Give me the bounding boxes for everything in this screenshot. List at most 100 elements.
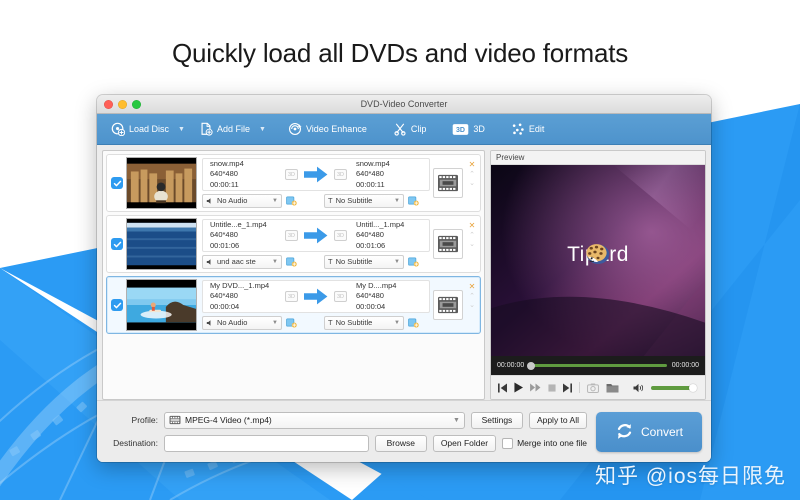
fast-forward-button[interactable]	[530, 383, 541, 392]
seek-bar[interactable]: 00:00:00 00:00:00	[491, 356, 705, 375]
row-checkbox[interactable]	[111, 238, 123, 250]
audio-track-select[interactable]: und aac ste ▼	[202, 254, 282, 269]
fast-forward-icon	[530, 383, 541, 392]
source-3d-badge[interactable]: 3D	[285, 291, 298, 302]
remove-row-icon[interactable]: ✕	[469, 283, 476, 291]
destination-label: Destination:	[113, 438, 158, 448]
add-audio-button[interactable]	[285, 256, 297, 268]
table-row[interactable]: snow.mp4 640*480 00:00:11 3D 3D snow.mp4	[106, 154, 481, 212]
table-row[interactable]: My DVD..._1.mp4 640*480 00:00:04 3D 3D M…	[106, 276, 481, 334]
chevron-down-icon[interactable]: ⌄	[469, 302, 475, 309]
remove-row-icon[interactable]: ✕	[469, 222, 476, 230]
clip-button[interactable]: Clip	[387, 119, 433, 139]
row-checkbox[interactable]	[111, 299, 123, 311]
browse-button[interactable]: Browse	[374, 434, 427, 452]
output-filename: Untitl..._1.mp4	[356, 219, 405, 229]
snapshot-button[interactable]	[587, 383, 599, 393]
next-button[interactable]	[563, 383, 572, 393]
row-edit-button[interactable]	[433, 229, 463, 259]
seek-knob[interactable]	[527, 361, 536, 370]
add-audio-icon	[285, 196, 297, 206]
audio-track-select[interactable]: No Audio ▼	[202, 193, 282, 208]
seek-track[interactable]	[527, 361, 667, 370]
clip-label: Clip	[410, 124, 427, 134]
transport-controls	[491, 375, 705, 399]
next-icon	[563, 383, 572, 392]
edit-label: Edit	[528, 124, 545, 134]
video-enhance-button[interactable]: Video Enhance	[282, 119, 373, 139]
previous-button[interactable]	[498, 383, 507, 393]
source-filename: snow.mp4	[210, 158, 244, 168]
add-file-button[interactable]: Add File	[193, 119, 256, 139]
add-audio-button[interactable]	[285, 195, 297, 207]
volume-button[interactable]	[633, 383, 644, 393]
footer-controls: Profile: MPEG-4 Video (*.mp4) ▼ Settings…	[106, 411, 587, 452]
add-audio-icon	[285, 318, 297, 328]
convert-button[interactable]: Convert	[596, 411, 702, 452]
table-row[interactable]: Untitle...e_1.mp4 640*480 00:01:06 3D 3D…	[106, 215, 481, 273]
video-preview[interactable]: Tipard	[491, 165, 705, 356]
total-time: 00:00:00	[671, 362, 699, 369]
output-filename: My D....mp4	[356, 280, 397, 290]
output-duration: 00:01:06	[356, 240, 386, 250]
convert-label: Convert	[640, 424, 684, 439]
output-3d-badge[interactable]: 3D	[334, 169, 347, 180]
add-subtitle-button[interactable]	[407, 317, 419, 329]
chevron-up-icon[interactable]: ⌃	[469, 232, 475, 239]
destination-input[interactable]	[164, 434, 369, 452]
add-subtitle-icon	[407, 196, 419, 206]
add-file-caret-icon[interactable]: ▼	[256, 126, 274, 133]
row-checkbox[interactable]	[111, 177, 123, 189]
source-3d-badge[interactable]: 3D	[285, 169, 298, 180]
chevron-down-icon[interactable]: ⌄	[469, 241, 475, 248]
chevron-down-icon[interactable]: ⌄	[469, 180, 475, 187]
source-filename: Untitle...e_1.mp4	[210, 219, 267, 229]
row-content: snow.mp4 640*480 00:00:11 3D 3D snow.mp4	[202, 158, 430, 208]
row-edit-button[interactable]	[433, 168, 463, 198]
add-subtitle-button[interactable]	[407, 256, 419, 268]
volume-knob[interactable]	[689, 383, 697, 392]
load-disc-caret-icon[interactable]: ▼	[175, 126, 193, 133]
source-duration: 00:00:04	[210, 301, 240, 311]
remove-row-icon[interactable]: ✕	[469, 161, 476, 169]
chevron-up-icon[interactable]: ⌃	[469, 293, 475, 300]
add-subtitle-button[interactable]	[407, 195, 419, 207]
merge-checkbox-box[interactable]	[502, 437, 514, 449]
output-resolution: 640*480	[356, 230, 384, 240]
load-disc-label: Load Disc	[129, 124, 170, 134]
subtitle-track-select[interactable]: T No Subtitle ▼	[324, 193, 404, 208]
edit-button[interactable]: Edit	[505, 119, 551, 139]
profile-select[interactable]: MPEG-4 Video (*.mp4) ▼	[164, 411, 465, 429]
stop-button[interactable]	[548, 383, 556, 392]
add-audio-button[interactable]	[285, 317, 297, 329]
source-duration: 00:00:11	[210, 179, 239, 189]
source-3d-badge[interactable]: 3D	[285, 230, 298, 241]
video-thumbnail	[126, 157, 197, 209]
thumbnail-surfer	[127, 280, 196, 330]
speaker-icon	[206, 319, 211, 326]
subtitle-track-select[interactable]: T No Subtitle ▼	[324, 315, 404, 330]
volume-slider[interactable]	[651, 383, 697, 392]
subtitle-track-select[interactable]: T No Subtitle ▼	[324, 254, 404, 269]
source-info: Untitle...e_1.mp4 640*480 00:01:06	[205, 220, 281, 252]
output-3d-badge[interactable]: 3D	[334, 291, 347, 302]
settings-button[interactable]: Settings	[470, 411, 523, 429]
folder-icon	[606, 384, 619, 393]
merge-into-one-file-checkbox[interactable]: Merge into one file	[502, 437, 587, 449]
play-button[interactable]	[514, 382, 523, 393]
3d-button[interactable]: 3D 3D	[446, 120, 491, 139]
check-icon	[113, 241, 121, 247]
chevron-down-icon: ▼	[394, 258, 400, 265]
output-3d-badge[interactable]: 3D	[334, 230, 347, 241]
chevron-up-icon[interactable]: ⌃	[469, 171, 475, 178]
row-edit-button[interactable]	[433, 290, 463, 320]
video-thumbnail	[126, 218, 197, 270]
audio-track-select[interactable]: No Audio ▼	[202, 315, 282, 330]
apply-to-all-button[interactable]: Apply to All	[528, 411, 587, 429]
load-disc-button[interactable]: Load Disc	[105, 119, 175, 139]
open-folder-icon-button[interactable]	[606, 382, 619, 393]
open-folder-button[interactable]: Open Folder	[432, 434, 497, 452]
audio-track-label: und aac ste	[217, 257, 256, 266]
main-body: snow.mp4 640*480 00:00:11 3D 3D snow.mp4	[97, 145, 711, 400]
speaker-icon	[206, 197, 211, 204]
